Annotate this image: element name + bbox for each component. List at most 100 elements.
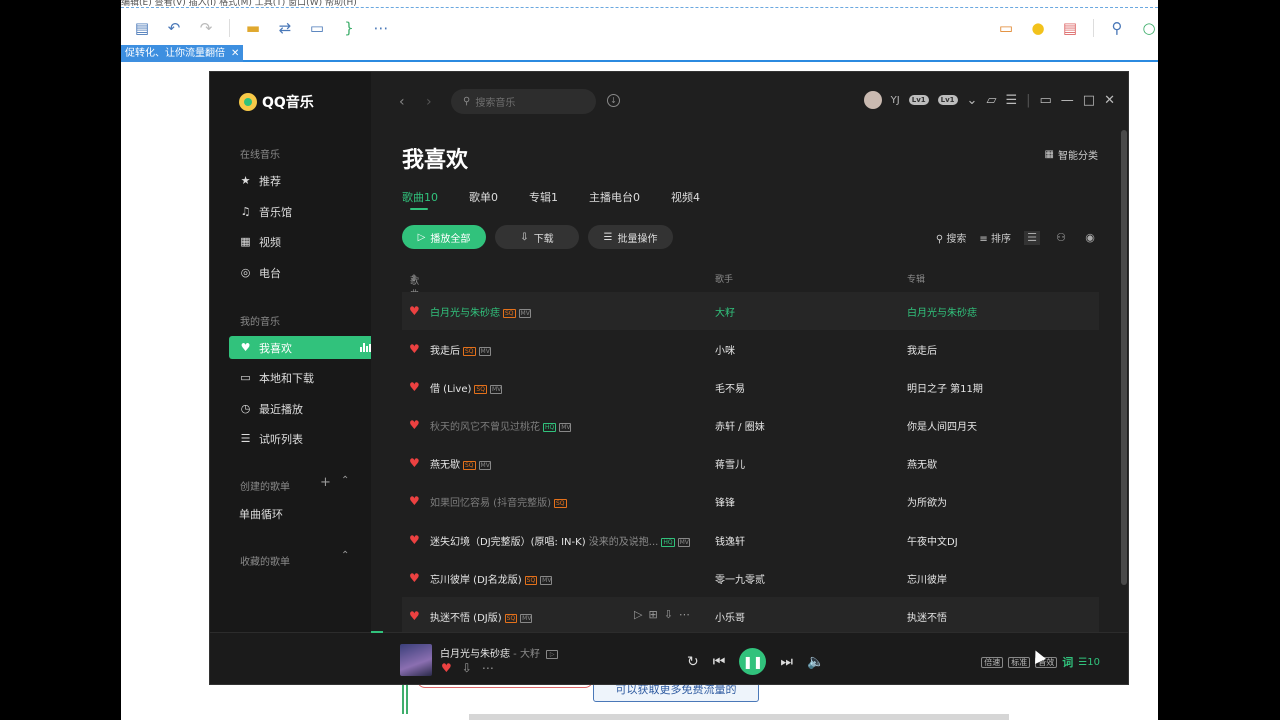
listen-recognize-icon[interactable]: ↓ <box>607 94 620 107</box>
sort-button[interactable]: ≡ 排序 <box>979 230 1011 245</box>
song-title[interactable]: 迷失幻境（DJ完整版）(原唱: IN-K) 没来的及说抱... HQ MV <box>430 533 690 548</box>
sidebar-item-radio[interactable]: ◎ 电台 <box>229 261 380 284</box>
song-artist[interactable]: 毛不易 <box>715 380 745 395</box>
undo-icon[interactable]: ↶ <box>165 19 183 37</box>
quality-button[interactable]: 标准 <box>1008 656 1031 668</box>
search-input[interactable]: ⚲ 搜索音乐 <box>451 89 596 114</box>
tab-videos[interactable]: 视频4 <box>671 189 700 205</box>
search-songs-button[interactable]: ⚲ 搜索 <box>936 230 967 245</box>
mv-icon[interactable]: MV <box>478 461 491 470</box>
mv-icon[interactable]: MV <box>520 614 533 623</box>
sidebar-item-playlist[interactable]: 单曲循环 <box>229 502 380 525</box>
avatar[interactable] <box>863 91 882 109</box>
table-row[interactable]: ♥ 迷失幻境（DJ完整版）(原唱: IN-K) 没来的及说抱... HQ MV 钱逸轩 午… <box>402 521 1099 559</box>
mv-icon[interactable]: MV <box>518 309 531 318</box>
download-icon[interactable]: ⇩ <box>462 661 472 675</box>
song-album[interactable]: 执迷不悟 <box>907 609 947 624</box>
more-icon[interactable]: ⋯ <box>679 608 690 621</box>
mv-icon[interactable]: MV <box>559 423 572 432</box>
song-album[interactable]: 燕无歇 <box>907 456 937 471</box>
vip-badge[interactable]: Lv1 <box>908 95 929 105</box>
song-artist[interactable]: 零一九零贰 <box>715 571 765 586</box>
song-title[interactable]: 白月光与朱砂痣 SQ MV <box>430 304 531 319</box>
heart-icon[interactable]: ♥ <box>409 342 420 356</box>
song-album[interactable]: 午夜中文DJ <box>907 533 958 548</box>
shape-icon[interactable]: ▭ <box>308 19 326 37</box>
tab-songs[interactable]: 歌曲10 <box>402 189 438 210</box>
batch-operations-button[interactable]: ☰ 批量操作 <box>588 225 673 249</box>
table-row[interactable]: ♥ 燕无歇 SQ MV 蒋雪儿 燕无歇 <box>402 444 1099 482</box>
sidebar-item-recommend[interactable]: ★ 推荐 <box>229 169 380 192</box>
sidebar-item-favorites[interactable]: ♥ 我喜欢 <box>229 336 379 359</box>
song-title[interactable]: 借 (Live) SQ MV <box>430 380 502 395</box>
more-icon[interactable]: ⋯ <box>372 19 390 37</box>
heart-icon[interactable]: ♥ <box>409 494 420 508</box>
code-icon[interactable]: } <box>340 19 358 37</box>
song-artist[interactable]: 小乐哥 <box>715 609 745 624</box>
download-icon[interactable]: ⇩ <box>664 608 673 621</box>
sidebar-item-music-hall[interactable]: ♫ 音乐馆 <box>229 200 380 223</box>
repeat-icon[interactable]: ↻ <box>687 654 699 670</box>
download-button[interactable]: ⇩ 下载 <box>495 225 579 249</box>
chevron-up-icon[interactable]: ⌃ <box>341 550 349 561</box>
song-title[interactable]: 我走后 SQ MV <box>430 342 491 357</box>
song-title[interactable]: 如果回忆容易 (抖音完整版) SQ <box>430 494 567 509</box>
table-row[interactable]: ♥ 我走后 SQ MV 小咪 我走后 <box>402 330 1099 368</box>
song-artist[interactable]: 大籽 <box>715 304 735 319</box>
playlist-button[interactable]: ☰10 <box>1078 657 1100 668</box>
heart-icon[interactable]: ♥ <box>441 661 452 675</box>
volume-icon[interactable]: 🔈 <box>807 654 824 670</box>
song-artist[interactable]: 赤轩 / 圈妹 <box>715 418 765 433</box>
maximize-icon[interactable]: □ <box>1083 93 1095 108</box>
more-icon[interactable]: ⋯ <box>482 661 494 675</box>
song-album[interactable]: 明日之子 第11期 <box>907 380 983 395</box>
table-row[interactable]: ♥ 执迷不悟 (DJ版) SQ MV ▷ ⊞ ⇩ ⋯ 小乐哥 执迷不悟 <box>402 597 1099 635</box>
share-icon[interactable]: ○ <box>1140 19 1158 37</box>
level-badge[interactable]: Lv1 <box>937 95 958 105</box>
sidebar-item-recent[interactable]: ◷ 最近播放 <box>229 397 380 420</box>
previous-icon[interactable]: ⏮ <box>713 654 726 670</box>
song-artist[interactable]: 蒋雪儿 <box>715 456 745 471</box>
play-all-button[interactable]: ▷ 播放全部 <box>402 225 486 249</box>
sidebar-item-video[interactable]: ▦ 视频 <box>229 230 380 253</box>
song-album[interactable]: 白月光与朱砂痣 <box>907 304 977 319</box>
mv-icon[interactable]: ▷ <box>546 650 559 659</box>
skin-icon[interactable]: ▱ <box>986 93 996 108</box>
song-title[interactable]: 秋天的风它不曾见过桃花 HQ MV <box>430 418 572 433</box>
idea-icon[interactable]: ● <box>1029 19 1047 37</box>
heart-icon[interactable]: ♥ <box>409 304 420 318</box>
pause-button[interactable]: ❚❚ <box>739 648 767 675</box>
smart-category-button[interactable]: ▦ 智能分类 <box>1045 147 1098 162</box>
app-logo[interactable]: QQ音乐 <box>239 92 314 112</box>
song-album[interactable]: 忘川彼岸 <box>907 571 947 586</box>
tab-playlists[interactable]: 歌单0 <box>469 189 498 205</box>
song-artist[interactable]: 小咪 <box>715 342 735 357</box>
album-view-icon[interactable]: ◉ <box>1082 231 1098 245</box>
panel-icon[interactable]: ▤ <box>1061 19 1079 37</box>
horizontal-scrollbar[interactable] <box>469 714 1009 720</box>
mini-mode-icon[interactable]: ▭ <box>1040 93 1052 108</box>
user-name[interactable]: YJ <box>891 95 900 106</box>
lyrics-button[interactable]: 词 <box>1062 654 1073 670</box>
heart-icon[interactable]: ♥ <box>409 533 420 547</box>
heart-icon[interactable]: ♥ <box>409 418 420 432</box>
zoom-icon[interactable]: ⚲ <box>1108 19 1126 37</box>
sidebar-item-local-downloads[interactable]: ▭ 本地和下载 <box>229 366 380 389</box>
table-row[interactable]: ♥ 白月光与朱砂痣 SQ MV 大籽 白月光与朱砂痣 <box>402 292 1099 330</box>
add-playlist-icon[interactable]: + <box>320 475 331 490</box>
song-album[interactable]: 你是人间四月天 <box>907 418 977 433</box>
heart-icon[interactable]: ♥ <box>409 456 420 470</box>
heart-icon[interactable]: ♥ <box>409 380 420 394</box>
song-artist[interactable]: 钱逸轩 <box>715 533 745 548</box>
tab-radio[interactable]: 主播电台0 <box>589 189 640 205</box>
save-icon[interactable]: ▤ <box>133 19 151 37</box>
mv-icon[interactable]: MV <box>478 347 491 356</box>
vertical-scrollbar[interactable] <box>1121 130 1127 585</box>
tab-albums[interactable]: 专辑1 <box>529 189 558 205</box>
table-row[interactable]: ♥ 忘川彼岸 (DJ名龙版) SQ MV 零一九零贰 忘川彼岸 <box>402 559 1099 597</box>
close-icon[interactable]: ✕ <box>231 48 239 59</box>
present-icon[interactable]: ▭ <box>997 19 1015 37</box>
next-icon[interactable]: ⏭ <box>780 654 793 670</box>
artist-view-icon[interactable]: ⚇ <box>1053 231 1069 245</box>
document-tab[interactable]: 促转化、让你流量翻倍 ✕ <box>121 45 244 62</box>
